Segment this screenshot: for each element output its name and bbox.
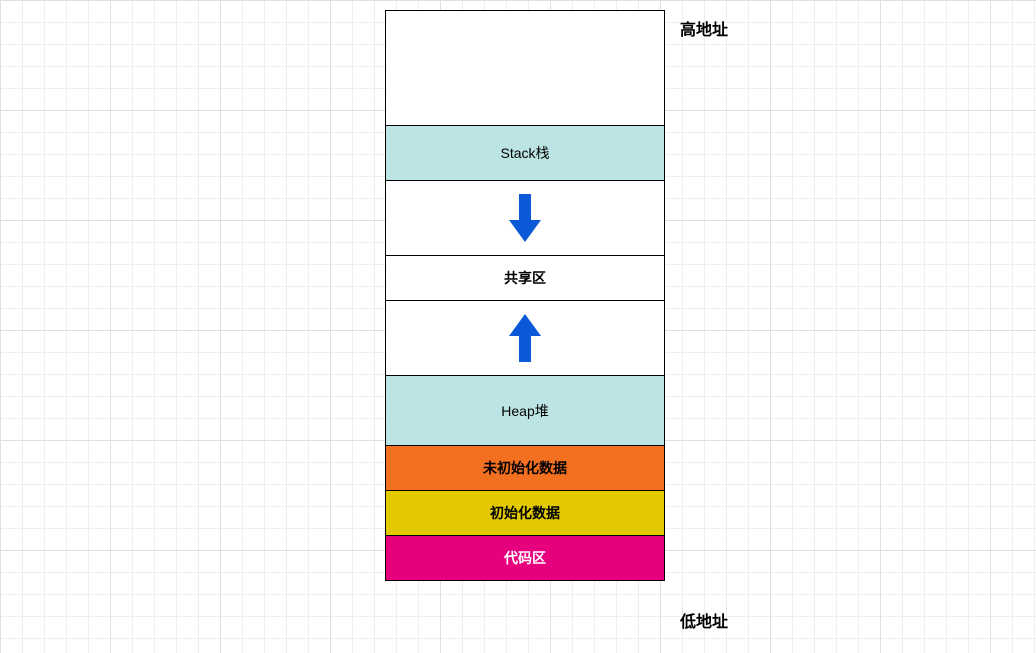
segment-arrow-up — [386, 301, 664, 376]
arrow-down-icon — [386, 181, 664, 255]
segment-stack: Stack栈 — [386, 126, 664, 181]
memory-diagram: 高地址 低地址 Stack栈 共享区 Heap堆 未初始化数据 初始化数据 代码… — [385, 10, 885, 581]
segment-shared: 共享区 — [386, 256, 664, 301]
label-low-address: 低地址 — [680, 608, 728, 632]
segment-text: 代码区 — [386, 536, 664, 581]
label-high-address: 高地址 — [680, 16, 728, 40]
segment-heap: Heap堆 — [386, 376, 664, 446]
segment-bss: 未初始化数据 — [386, 446, 664, 491]
segment-arrow-down — [386, 181, 664, 256]
segment-data: 初始化数据 — [386, 491, 664, 536]
arrow-up-icon — [386, 301, 664, 375]
memory-layout-stack: Stack栈 共享区 Heap堆 未初始化数据 初始化数据 代码区 — [385, 10, 665, 581]
segment-blank-top — [386, 11, 664, 126]
